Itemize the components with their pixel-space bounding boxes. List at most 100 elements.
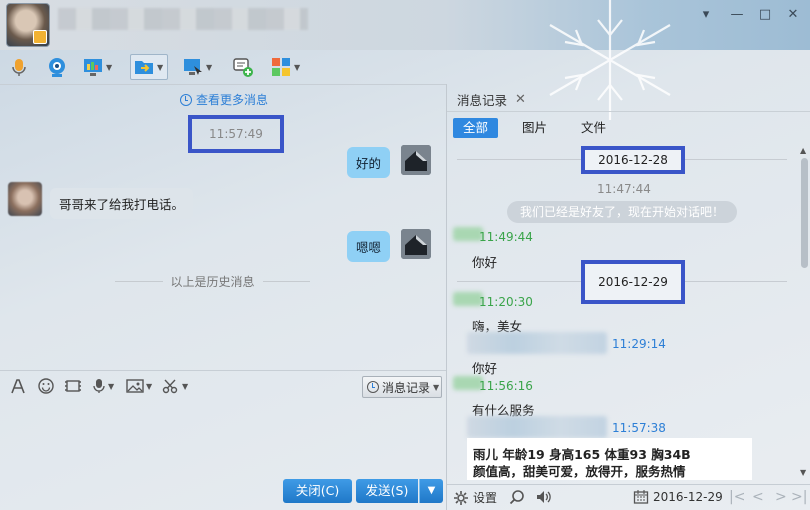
calendar-icon (633, 490, 649, 504)
view-more-messages-link[interactable]: 查看更多消息 (180, 91, 268, 108)
screen-capture-button[interactable]: ▼ (182, 54, 214, 80)
history-message-card[interactable]: 雨儿 年龄19 身高165 体重93 胸34B 颜值高，甜美可爱，放得开，服务热… (467, 438, 752, 480)
first-page-button[interactable]: |< (729, 489, 745, 505)
house-avatar-icon (401, 229, 431, 259)
voice-message-button[interactable]: ▼ (92, 378, 114, 394)
clock-icon (180, 93, 192, 106)
previous-page-button[interactable]: < (752, 489, 764, 505)
image-button[interactable]: ▼ (126, 378, 152, 394)
date-picker[interactable]: 2016-12-29 (633, 489, 723, 505)
film-icon (65, 380, 81, 392)
maximize-button[interactable]: □ (755, 6, 775, 24)
microphone-icon (12, 59, 26, 76)
chevron-down-icon[interactable]: ▼ (182, 382, 188, 391)
chevron-down-icon[interactable]: ▼ (294, 63, 302, 72)
close-window-button[interactable]: ✕ (783, 6, 803, 24)
tab-message-history-label: 消息记录 (457, 93, 508, 108)
history-timestamp-contact: 11:49:44 (479, 230, 533, 244)
gear-icon (454, 490, 468, 505)
font-button[interactable] (10, 378, 26, 394)
folder-transfer-icon (135, 61, 153, 74)
emoji-button[interactable] (38, 378, 54, 394)
chevron-down-icon: ▼ (433, 382, 440, 392)
history-panel: 消息记录 ✕ 全部 图片 文件 2016-12-28 11:47:44 我们已经… (446, 84, 810, 510)
font-icon (11, 379, 25, 394)
divider (115, 281, 163, 282)
send-file-button[interactable]: ▼ (130, 54, 168, 80)
webcam-icon (49, 58, 65, 77)
scroll-up-icon[interactable]: ▲ (800, 146, 806, 155)
message-add-icon (233, 58, 253, 77)
filter-files[interactable]: 文件 (571, 118, 616, 138)
sender-name-blurred (467, 332, 607, 354)
chat-message-pane[interactable]: 查看更多消息 11:57:49 好的 哥哥来了给我打电话。 嗯嗯 以上是历史消息 (0, 84, 446, 370)
add-note-button[interactable] (232, 54, 254, 80)
skin-menu-button[interactable]: ▾ (696, 6, 716, 24)
contact-name-blurred (58, 8, 308, 30)
history-timestamp-me: 11:29:14 (612, 337, 666, 351)
scroll-down-icon[interactable]: ▼ (800, 468, 806, 477)
history-separator: 以上是历史消息 (115, 273, 311, 290)
chevron-down-icon[interactable]: ▼ (206, 63, 214, 72)
chevron-down-icon[interactable]: ▼ (157, 63, 165, 72)
settings-button[interactable]: 设置 (453, 489, 497, 506)
sound-button[interactable] (535, 489, 553, 505)
monitor-arrow-icon (184, 59, 202, 75)
chevron-down-icon: ▼ (427, 485, 436, 496)
search-button[interactable] (509, 489, 525, 505)
message-bubble-sent[interactable]: 嗯嗯 (347, 231, 391, 262)
filter-all[interactable]: 全部 (453, 118, 499, 138)
minimize-button[interactable]: — (727, 6, 747, 24)
message-bubble-sent[interactable]: 好的 (347, 147, 391, 178)
screen-share-icon (84, 59, 102, 76)
chevron-down-icon[interactable]: ▼ (106, 63, 114, 72)
tab-message-history[interactable]: 消息记录 ✕ (457, 90, 526, 109)
screenshot-button[interactable]: ▼ (162, 378, 188, 394)
next-page-button[interactable]: > (775, 489, 787, 505)
history-message-list[interactable]: 2016-12-28 11:47:44 我们已经是好友了，现在开始对话吧！ 11… (447, 146, 797, 480)
gif-button[interactable] (64, 378, 82, 394)
send-options-button[interactable]: ▼ (419, 479, 443, 503)
voice-call-button[interactable] (8, 54, 30, 80)
filter-images[interactable]: 图片 (512, 118, 557, 138)
last-page-button[interactable]: >| (791, 489, 807, 505)
apps-grid-icon (272, 58, 290, 76)
search-icon (509, 490, 524, 505)
my-avatar[interactable] (401, 229, 431, 259)
contact-message-avatar[interactable] (8, 182, 42, 216)
clock-icon (367, 381, 379, 393)
system-message: 我们已经是好友了，现在开始对话吧！ (507, 201, 737, 223)
history-timestamp-contact: 11:56:16 (479, 379, 533, 393)
smiley-icon (38, 378, 54, 394)
scroll-thumb[interactable] (801, 158, 808, 268)
sender-name-blurred (467, 416, 607, 438)
chevron-down-icon[interactable]: ▼ (146, 382, 152, 391)
remote-desktop-button[interactable]: ▼ (82, 54, 114, 80)
history-scrollbar[interactable]: ▲ ▼ (799, 146, 809, 480)
history-message[interactable]: 你好 (472, 252, 497, 271)
chat-toolbar: ▼ ▼ ▼ ▼ (0, 50, 810, 84)
history-message[interactable]: 你好 (472, 358, 497, 377)
message-history-button[interactable]: 消息记录 ▼ (362, 376, 442, 398)
chevron-down-icon[interactable]: ▼ (108, 382, 114, 391)
video-call-button[interactable] (46, 54, 68, 80)
message-bubble-received[interactable]: 哥哥来了给我打电话。 (50, 188, 194, 219)
message-history-label: 消息记录 (382, 380, 431, 395)
send-button[interactable]: 发送(S) (356, 479, 418, 503)
card-line: 雨儿 年龄19 身高165 体重93 胸34B (473, 447, 691, 462)
close-chat-button[interactable]: 关闭(C) (283, 479, 352, 503)
house-avatar-icon (401, 145, 431, 175)
view-more-label: 查看更多消息 (196, 93, 269, 107)
message-timestamp: 11:57:49 (188, 115, 284, 153)
status-badge (33, 30, 47, 44)
message-input[interactable] (0, 402, 446, 474)
history-separator-label: 以上是历史消息 (170, 275, 255, 289)
history-date-header: 2016-12-28 (581, 146, 685, 174)
history-filter-tabs: 全部 图片 文件 (453, 118, 630, 138)
my-avatar[interactable] (401, 145, 431, 175)
close-icon[interactable]: ✕ (515, 92, 526, 107)
apps-button[interactable]: ▼ (270, 54, 302, 80)
speaker-icon (537, 491, 551, 503)
history-timestamp-me: 11:57:38 (612, 421, 666, 435)
contact-avatar[interactable] (6, 3, 50, 47)
